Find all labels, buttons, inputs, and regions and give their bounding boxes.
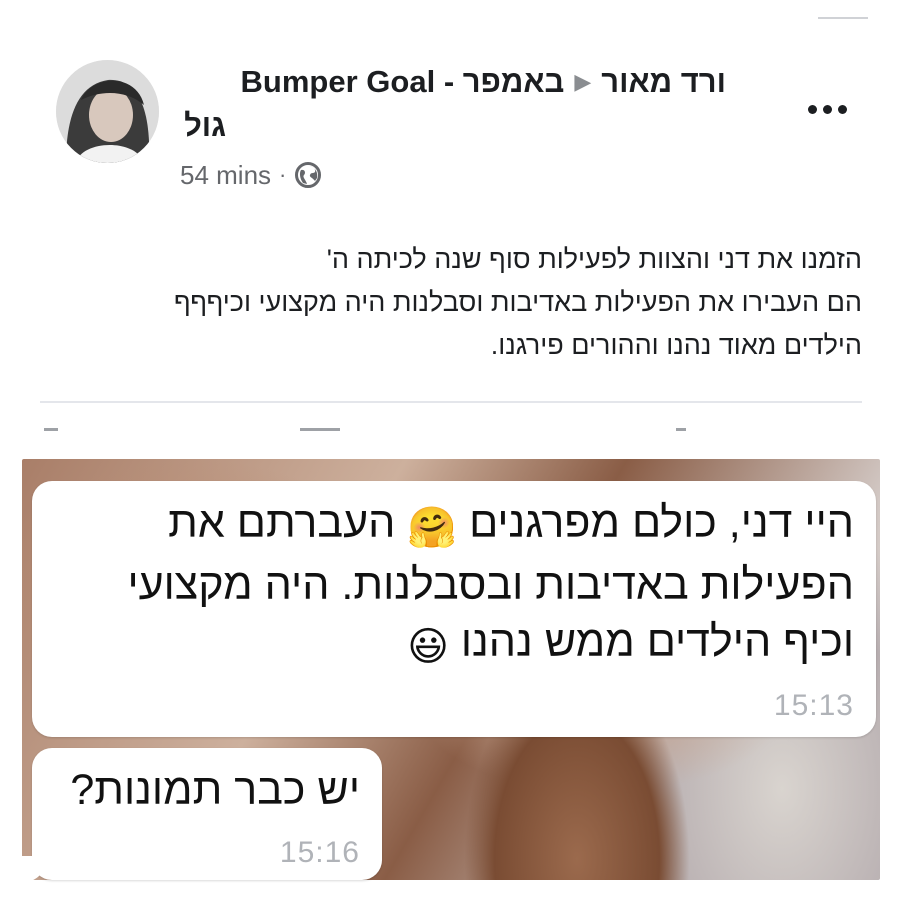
post-body: הזמנו את דני והצוות לפעילות סוף שנה לכית…: [22, 238, 862, 367]
more-options-button[interactable]: [808, 98, 852, 120]
action-bar-peek: [676, 428, 686, 441]
post-divider: [40, 401, 862, 403]
top-divider: [818, 17, 868, 19]
action-bar-peek: [300, 428, 340, 441]
avatar-photo: [56, 60, 159, 163]
post-meta: 54 mins ·: [180, 157, 322, 193]
message-line: הפעילות באדיבות ובסבלנות. היה מקצועי: [127, 561, 854, 609]
more-options-icon-dot: [808, 104, 817, 114]
chat-bubble-incoming: יש כבר תמונות? 15:16: [20, 748, 382, 882]
shared-to-arrow-icon: ▶: [574, 69, 592, 94]
group-name-continued[interactable]: גול: [184, 108, 226, 144]
chat-bubble-incoming: היי דני, כולם מפרגנים 🤗 העברתם את הפעילו…: [32, 481, 876, 737]
message-line-text: וכיף הילדים ממש נהנו: [460, 618, 854, 666]
post-text-line: הילדים מאוד נהנו וההורים פירגנו.: [490, 330, 862, 360]
author-name[interactable]: ורד מאור: [601, 64, 726, 100]
more-options-icon-dot: [823, 104, 832, 114]
message-line: היי דני, כולם מפרגנים 🤗 העברתם את: [49, 495, 854, 557]
smiling-face-emoji-icon: 😃: [407, 625, 449, 669]
post-header-title: ורד מאור ▶ באמפר - Bumper Goal: [241, 62, 726, 102]
message-text: יש כבר תמונות?: [70, 766, 360, 814]
group-name[interactable]: באמפר - Bumper Goal: [241, 64, 565, 100]
more-options-icon-dot: [838, 104, 847, 114]
action-bar-peek: [44, 428, 58, 441]
post-text-line: הזמנו את דני והצוות לפעילות סוף שנה לכית…: [326, 244, 862, 274]
message-time: 15:16: [279, 836, 360, 869]
message-line-text: היי דני, כולם מפרגנים: [469, 499, 854, 547]
message-text: היי דני, כולם מפרגנים 🤗 העברתם את הפעילו…: [49, 495, 854, 676]
message-line-text: העברתם את: [168, 499, 396, 547]
hugging-face-emoji-icon: 🤗: [407, 506, 458, 550]
globe-icon[interactable]: [294, 161, 322, 189]
post-timestamp[interactable]: 54 mins: [180, 160, 271, 191]
message-line: וכיף הילדים ממש נהנו 😃: [49, 614, 854, 676]
post-text-line: הם העבירו את הפעילות באדיבות וסבלנות היה…: [173, 287, 862, 317]
message-time: 15:13: [773, 689, 854, 722]
author-avatar[interactable]: [56, 60, 159, 163]
meta-separator: ·: [279, 162, 287, 187]
